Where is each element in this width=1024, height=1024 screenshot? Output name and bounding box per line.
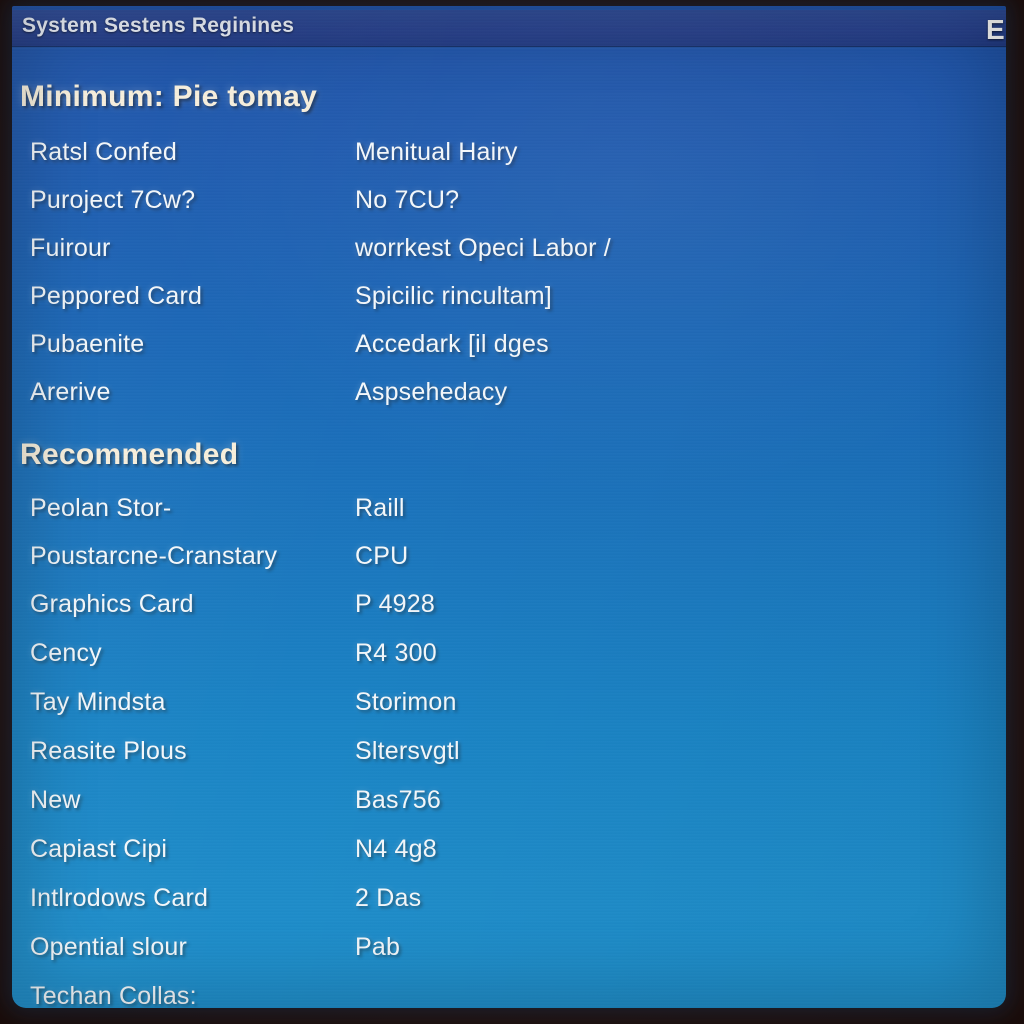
spec-value: Raill (355, 494, 405, 522)
spec-row: Graphics Card P 4928 (12, 590, 1006, 632)
spec-row: Poustarcne-Cranstary CPU (12, 542, 1006, 584)
system-requirements-window: System Sestens Reginines E Minimum: Pie … (12, 6, 1006, 1008)
spec-value: Accedark [il dges (355, 330, 549, 358)
section-heading-recommended: Recommended (20, 438, 239, 471)
spec-label: Peppored Card (30, 282, 203, 310)
spec-row: Pubaenite Accedark [il dges (12, 330, 1006, 372)
spec-value: Storimon (355, 688, 457, 716)
spec-label: Intlrodows Card (30, 884, 209, 912)
spec-row: New Bas756 (12, 786, 1006, 828)
spec-row: Intlrodows Card 2 Das (12, 884, 1006, 926)
requirements-content: Minimum: Pie tomay Ratsl Confed Menitual… (12, 50, 1006, 1008)
window-title-bar: System Sestens Reginines E (12, 10, 1006, 47)
spec-value: Menitual Hairy (355, 138, 518, 166)
spec-value: Pab (355, 933, 401, 961)
spec-value: Aspsehedacy (355, 378, 508, 406)
spec-label: Cency (30, 639, 102, 667)
spec-label: Arerive (30, 378, 111, 406)
spec-row: Peppored Card Spicilic rincultam] (12, 282, 1006, 324)
spec-label: Peolan Stor- (30, 494, 172, 522)
close-icon[interactable]: E (986, 15, 1006, 47)
spec-value: CPU (355, 542, 409, 570)
spec-label: Graphics Card (30, 590, 194, 618)
spec-label: Puroject 7Cw? (30, 186, 196, 214)
spec-row: Reasite Plous Sltersvgtl (12, 737, 1006, 779)
spec-label: Reasite Plous (30, 737, 187, 765)
spec-value: Sltersvgtl (355, 737, 460, 765)
spec-label: New (30, 786, 81, 814)
spec-label: Ratsl Confed (30, 138, 177, 166)
footer-row: Techan Collas: (12, 982, 1006, 1008)
spec-row: Opential slour Pab (12, 933, 1006, 975)
spec-value: Spicilic rincultam] (355, 282, 552, 310)
spec-value: No 7CU? (355, 186, 460, 214)
spec-value: worrkest Opeci Labor / (355, 234, 611, 262)
footer-label: Techan Collas: (30, 982, 197, 1008)
photo-vignette-frame: System Sestens Reginines E Minimum: Pie … (0, 0, 1024, 1024)
spec-row: Capiast Cipi N4 4g8 (12, 835, 1006, 877)
spec-row: Arerive Aspsehedacy (12, 378, 1006, 420)
spec-label: Capiast Cipi (30, 835, 168, 863)
spec-row: Puroject 7Cw? No 7CU? (12, 186, 1006, 228)
spec-value: 2 Das (355, 884, 422, 912)
spec-value: Bas756 (355, 786, 441, 814)
spec-label: Pubaenite (30, 330, 145, 358)
spec-row: Fuirour worrkest Opeci Labor / (12, 234, 1006, 276)
spec-value: N4 4g8 (355, 835, 437, 863)
spec-label: Poustarcne-Cranstary (30, 542, 278, 570)
spec-row: Cency R4 300 (12, 639, 1006, 681)
spec-row: Tay Mindsta Storimon (12, 688, 1006, 730)
spec-label: Tay Mindsta (30, 688, 166, 716)
window-title: System Sestens Reginines (22, 14, 295, 37)
spec-label: Opential slour (30, 933, 188, 961)
spec-value: R4 300 (355, 639, 437, 667)
spec-row: Peolan Stor- Raill (12, 494, 1006, 536)
title-bar-divider (12, 46, 1006, 49)
spec-row: Ratsl Confed Menitual Hairy (12, 138, 1006, 180)
spec-label: Fuirour (30, 234, 111, 262)
section-heading-minimum: Minimum: Pie tomay (20, 80, 318, 113)
spec-value: P 4928 (355, 590, 435, 618)
